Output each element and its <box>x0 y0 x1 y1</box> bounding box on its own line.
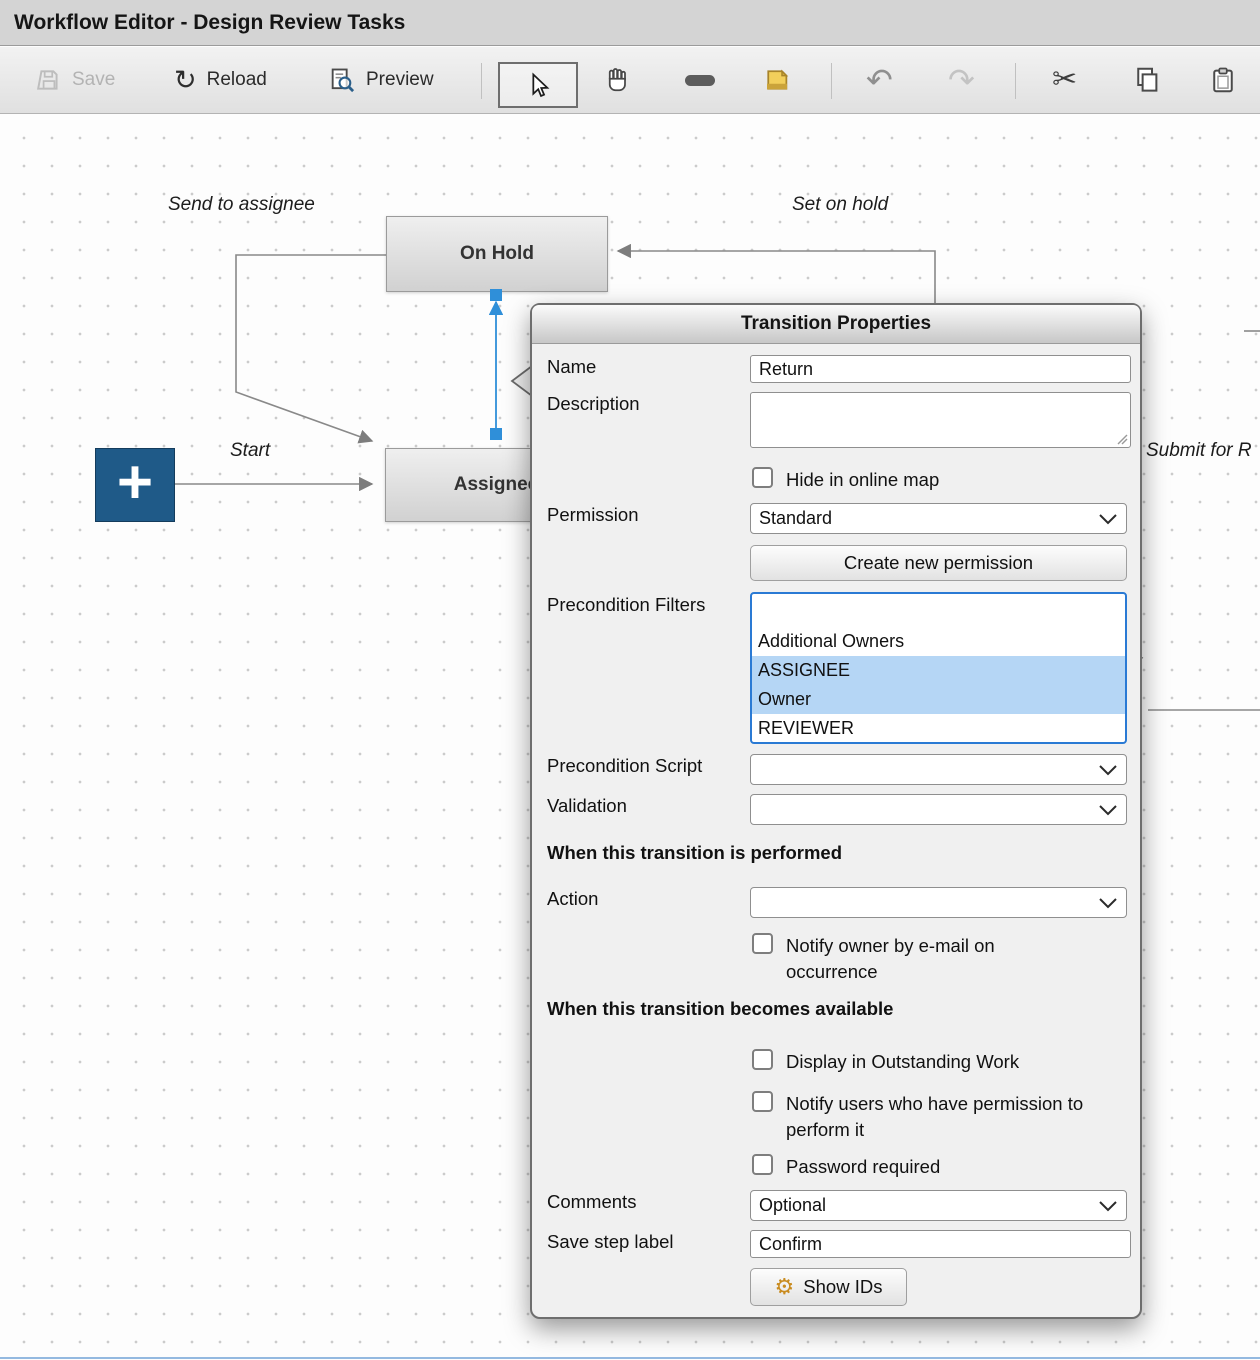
precondition-script-select[interactable] <box>750 754 1127 785</box>
window-titlebar: Workflow Editor - Design Review Tasks <box>0 0 1260 46</box>
permission-value: Standard <box>759 508 832 529</box>
password-required-checkbox[interactable] <box>752 1154 773 1175</box>
permission-select[interactable]: Standard <box>750 503 1127 534</box>
pill-icon <box>682 68 718 92</box>
performed-heading: When this transition is performed <box>547 842 842 864</box>
preview-icon <box>328 66 356 94</box>
cut-button[interactable]: ✂ <box>1052 47 1077 113</box>
chevron-down-icon <box>1098 804 1118 816</box>
save-step-label: Save step label <box>547 1231 674 1253</box>
notify-users-checkbox[interactable] <box>752 1091 773 1112</box>
notify-owner-checkbox[interactable] <box>752 933 773 954</box>
chevron-down-icon <box>1098 1200 1118 1212</box>
window-title: Workflow Editor - Design Review Tasks <box>14 11 405 35</box>
precondition-script-label: Precondition Script <box>547 755 702 777</box>
reload-button[interactable]: ↻ Reload <box>174 47 267 113</box>
transition-label-set-on-hold[interactable]: Set on hold <box>792 194 888 216</box>
show-ids-label: Show IDs <box>803 1276 882 1298</box>
scissors-icon: ✂ <box>1052 65 1077 95</box>
node-on-hold-label: On Hold <box>460 243 534 265</box>
window-bottom-edge <box>0 1357 1260 1359</box>
password-required-label: Password required <box>786 1154 940 1180</box>
validation-select[interactable] <box>750 794 1127 825</box>
node-assignee-label: Assignee <box>454 474 538 496</box>
copy-icon <box>1132 65 1162 95</box>
name-input[interactable] <box>750 355 1131 383</box>
available-heading: When this transition becomes available <box>547 998 893 1020</box>
workflow-editor-window: { "window": { "title": "Workflow Editor … <box>0 0 1260 1360</box>
notify-owner-label: Notify owner by e-mail on occurrence <box>786 933 1086 984</box>
permission-label: Permission <box>547 504 639 526</box>
filter-option[interactable]: Additional Owners <box>752 627 1125 656</box>
dialog-title: Transition Properties <box>741 313 931 335</box>
precondition-filters-label: Precondition Filters <box>547 594 705 616</box>
undo-icon: ↶ <box>866 64 893 96</box>
preview-button[interactable]: Preview <box>328 47 434 113</box>
display-outstanding-label: Display in Outstanding Work <box>786 1049 1019 1075</box>
note-icon <box>762 65 792 95</box>
hide-in-map-row: Hide in online map <box>752 467 939 493</box>
reload-label: Reload <box>207 69 267 91</box>
precondition-filters-listbox[interactable]: Additional OwnersASSIGNEEOwnerREVIEWER <box>750 592 1127 744</box>
toolbar-separator <box>831 63 832 99</box>
toolbar-separator <box>481 63 482 99</box>
toolbar-separator <box>1015 63 1016 99</box>
toolbar: Save ↻ Reload Preview ↶ ↷ <box>0 47 1260 114</box>
chevron-down-icon <box>1098 513 1118 525</box>
hide-in-map-label: Hide in online map <box>786 467 939 493</box>
pointer-icon <box>524 71 552 99</box>
redo-icon: ↷ <box>948 64 975 96</box>
gear-icon: ⚙ <box>775 1276 795 1298</box>
show-ids-button[interactable]: ⚙ Show IDs <box>750 1268 907 1306</box>
notify-users-label: Notify users who have permission to perf… <box>786 1091 1106 1142</box>
validation-label: Validation <box>547 795 627 817</box>
display-outstanding-row: Display in Outstanding Work <box>752 1049 1019 1075</box>
chevron-down-icon <box>1098 764 1118 776</box>
notify-owner-row: Notify owner by e-mail on occurrence <box>752 933 1102 984</box>
password-required-row: Password required <box>752 1154 940 1180</box>
hide-in-map-checkbox[interactable] <box>752 467 773 488</box>
display-outstanding-checkbox[interactable] <box>752 1049 773 1070</box>
filter-option[interactable]: Owner <box>752 685 1125 714</box>
save-step-input[interactable] <box>750 1230 1131 1258</box>
hand-icon <box>602 65 632 95</box>
transition-label-submit-for[interactable]: Submit for R <box>1146 440 1252 462</box>
start-node[interactable]: + <box>95 448 175 522</box>
transition-label-send-to-assignee[interactable]: Send to assignee <box>168 194 315 216</box>
save-label: Save <box>72 69 115 91</box>
create-permission-button[interactable]: Create new permission <box>750 545 1127 581</box>
description-label: Description <box>547 393 640 415</box>
notify-users-row: Notify users who have permission to perf… <box>752 1091 1112 1142</box>
filter-option[interactable]: REVIEWER <box>752 714 1125 743</box>
create-permission-label: Create new permission <box>844 552 1033 574</box>
name-label: Name <box>547 356 596 378</box>
chevron-down-icon <box>1098 897 1118 909</box>
dialog-titlebar[interactable]: Transition Properties <box>532 305 1140 344</box>
preview-label: Preview <box>366 69 434 91</box>
comments-select[interactable]: Optional <box>750 1190 1127 1221</box>
transition-properties-dialog: Transition Properties Name Description H… <box>530 303 1142 1319</box>
filter-option[interactable] <box>752 598 1125 627</box>
redo-button[interactable]: ↷ <box>948 47 975 113</box>
paste-icon <box>1208 65 1238 95</box>
node-on-hold[interactable]: On Hold <box>386 216 608 292</box>
save-button[interactable]: Save <box>36 47 115 113</box>
copy-button[interactable] <box>1132 47 1162 113</box>
action-label: Action <box>547 888 598 910</box>
action-select[interactable] <box>750 887 1127 918</box>
filter-option[interactable]: ASSIGNEE <box>752 656 1125 685</box>
comments-value: Optional <box>759 1195 826 1216</box>
transition-label-start[interactable]: Start <box>230 440 270 462</box>
description-input[interactable] <box>751 393 1130 447</box>
save-icon <box>36 67 62 93</box>
resize-handle[interactable] <box>1116 433 1128 445</box>
paste-button[interactable] <box>1208 47 1238 113</box>
reload-icon: ↻ <box>174 67 197 94</box>
connector-tool-button[interactable] <box>682 47 718 113</box>
pan-tool-button[interactable] <box>602 47 632 113</box>
undo-button[interactable]: ↶ <box>866 47 893 113</box>
comments-label: Comments <box>547 1191 636 1213</box>
note-tool-button[interactable] <box>762 47 792 113</box>
pointer-tool-selected[interactable] <box>498 62 578 108</box>
